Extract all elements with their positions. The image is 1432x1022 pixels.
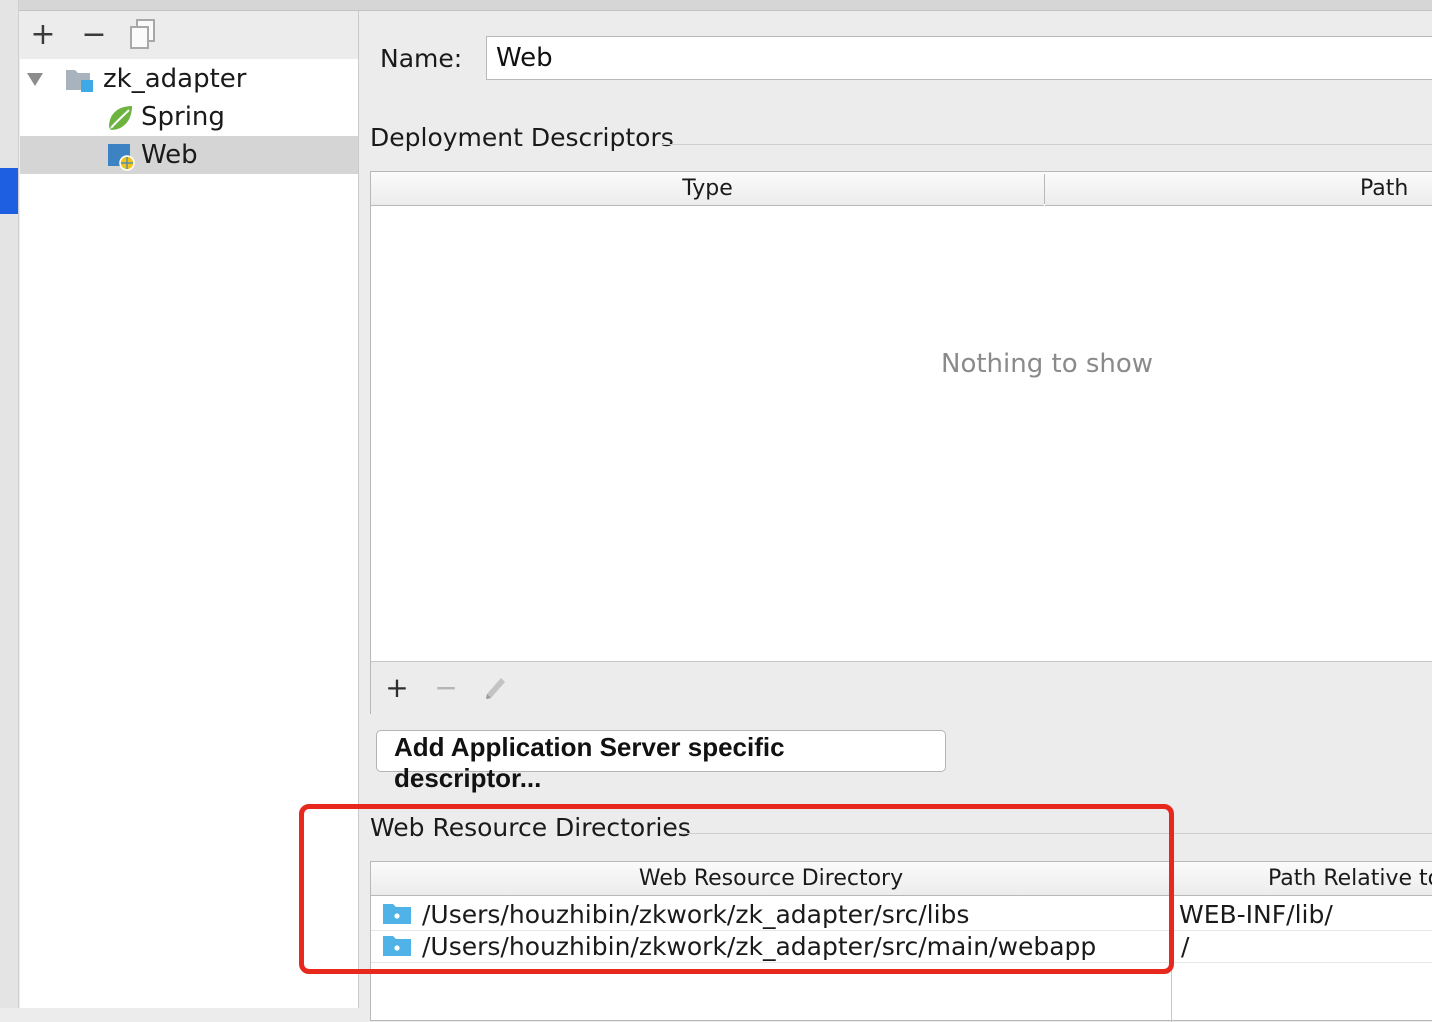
project-structure-sidebar (0, 0, 19, 1008)
module-folder-icon (66, 70, 93, 92)
relative-path: WEB-INF/lib/ (1179, 899, 1333, 929)
edit-descriptor-button[interactable] (476, 662, 516, 712)
column-header-type[interactable]: Type (371, 172, 1044, 206)
name-label: Name: (380, 44, 463, 73)
window-title-edge (0, 0, 1432, 11)
tree-item-web[interactable]: Web (20, 136, 358, 174)
remove-icon: − (434, 670, 458, 704)
column-header-label: Type (682, 176, 733, 201)
column-header-path[interactable]: Path (1045, 172, 1432, 206)
column-header-label: Path (1360, 176, 1409, 201)
tree-item-label: Spring (141, 102, 225, 132)
add-icon: + (30, 16, 56, 52)
column-header-label: Path Relative to (1268, 866, 1432, 891)
remove-descriptor-button[interactable]: − (426, 662, 466, 712)
tree-item-zk-adapter[interactable]: zk_adapter (20, 60, 358, 98)
copy-facet-button[interactable] (126, 17, 160, 51)
add-server-descriptor-button[interactable]: Add Application Server specific descript… (376, 730, 946, 793)
remove-facet-button[interactable]: − (77, 16, 111, 52)
section-divider (662, 144, 1432, 145)
column-header-path-relative[interactable]: Path Relative to (1172, 862, 1432, 896)
relative-path: / (1181, 931, 1190, 961)
deployment-descriptors-title: Deployment Descriptors (370, 123, 674, 152)
name-input[interactable] (486, 36, 1432, 80)
tree-toolbar: + − (20, 11, 358, 59)
add-icon: + (385, 670, 409, 704)
tree-item-label: Web (141, 140, 198, 170)
sidebar-selection-marker (0, 168, 18, 214)
pencil-icon (486, 678, 505, 699)
remove-icon: − (81, 16, 107, 52)
empty-table-message: Nothing to show (941, 349, 1154, 379)
add-facet-button[interactable]: + (26, 16, 60, 52)
chevron-down-icon[interactable] (26, 71, 44, 87)
copy-icon (130, 19, 155, 49)
tree-item-spring[interactable]: Spring (20, 98, 358, 136)
descriptor-table-toolbar: + − (371, 661, 1432, 714)
deployment-descriptors-table: Type Path Nothing to show + − (370, 171, 1432, 714)
web-facet-icon (108, 144, 135, 171)
highlight-annotation-box (299, 804, 1174, 974)
tree-item-label: zk_adapter (103, 64, 247, 94)
add-descriptor-button[interactable]: + (377, 662, 417, 712)
spring-leaf-icon (109, 106, 132, 130)
